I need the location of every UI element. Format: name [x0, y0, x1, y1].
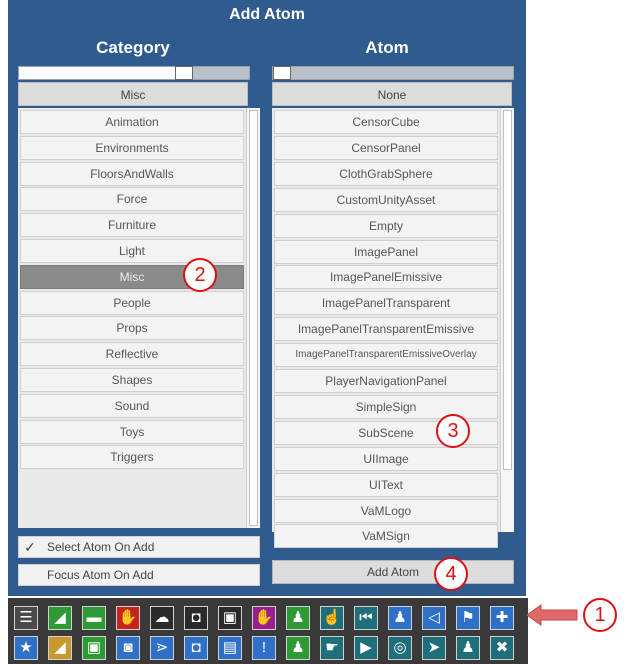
- atom-header: Atom: [365, 38, 409, 57]
- category-list: Animation Environments FloorsAndWalls Force…: [18, 108, 260, 528]
- category-scrollbar-thumb[interactable]: [249, 110, 258, 526]
- cursor-icon[interactable]: ➤: [422, 636, 446, 660]
- category-item[interactable]: Toys: [20, 419, 244, 444]
- share-icon[interactable]: ⋗: [150, 636, 174, 660]
- atom-item[interactable]: PlayerNavigationPanel: [274, 369, 498, 393]
- people-icon[interactable]: ♟: [456, 636, 480, 660]
- send-icon[interactable]: ◁: [422, 606, 446, 630]
- category-item[interactable]: Triggers: [20, 445, 244, 470]
- atom-item[interactable]: Empty: [274, 213, 498, 238]
- category-slider-fill: [19, 67, 175, 79]
- atom-scrollbar-thumb[interactable]: [503, 110, 512, 470]
- category-item[interactable]: Reflective: [20, 342, 244, 367]
- select-atom-on-add-toggle[interactable]: ✓ Select Atom On Add: [18, 536, 260, 558]
- person-icon[interactable]: ♟: [388, 606, 412, 630]
- panel-title: Add Atom: [229, 6, 305, 23]
- atom-item[interactable]: UIText: [274, 472, 498, 497]
- category-scrollbar[interactable]: [246, 108, 260, 528]
- callout-3: 3: [436, 414, 470, 448]
- category-item[interactable]: Animation: [20, 110, 244, 134]
- category-item[interactable]: Sound: [20, 393, 244, 418]
- image-icon[interactable]: ▣: [218, 606, 242, 630]
- atom-scrollbar[interactable]: [500, 108, 514, 532]
- category-dropdown[interactable]: Misc: [18, 82, 248, 106]
- add-icon[interactable]: ✚: [490, 606, 514, 630]
- callout-2: 2: [183, 258, 217, 292]
- box-icon[interactable]: ◘: [184, 606, 208, 630]
- flag-icon[interactable]: ⚑: [456, 606, 480, 630]
- category-slider-handle[interactable]: [175, 66, 193, 80]
- atom-item[interactable]: ImagePanelTransparentEmissiveOverlay: [274, 343, 498, 368]
- atom-item[interactable]: VaMSign: [274, 524, 498, 549]
- atom-item[interactable]: CensorCube: [274, 110, 498, 134]
- atom-item[interactable]: ImagePanelEmissive: [274, 265, 498, 290]
- target-icon[interactable]: ◎: [388, 636, 412, 660]
- atom-item[interactable]: ImagePanel: [274, 239, 498, 264]
- category-item[interactable]: FloorsAndWalls: [20, 161, 244, 186]
- atom-item[interactable]: SimpleSign: [274, 394, 498, 419]
- select-atom-on-add-label: Select Atom On Add: [47, 540, 155, 554]
- menu-icon[interactable]: ☰: [14, 606, 38, 630]
- hand-red-icon[interactable]: ✋: [116, 606, 140, 630]
- atom-item[interactable]: VaMLogo: [274, 498, 498, 523]
- callout-1: 1: [583, 598, 617, 632]
- add-atom-panel: Add Atom Category Atom Misc None Animati…: [8, 0, 526, 596]
- document-icon[interactable]: ▤: [218, 636, 242, 660]
- bottom-toolbar: ☰ ◢ ▬ ✋ ☁ ◘ ▣ ✋ ♟ ☝ ⏮ ♟ ◁ ⚑ ✚ ★ ◢ ▣ ◙ ⋗ ◘ ▤! ♟ ☛ ▶ ◎ ➤ ♟ ✖: [8, 598, 528, 664]
- pointer-hand-icon[interactable]: ☝: [320, 606, 344, 630]
- person-add-icon[interactable]: ♟: [286, 606, 310, 630]
- edit-mode-icon[interactable]: ◢: [48, 606, 72, 630]
- skip-back-icon[interactable]: ⏮: [354, 606, 378, 630]
- folder-settings-icon[interactable]: ▣: [82, 636, 106, 660]
- atom-list: CensorCube CensorPanel ClothGrabSphere Cust…: [272, 108, 514, 549]
- tools-icon[interactable]: ✖: [490, 636, 514, 660]
- category-item[interactable]: People: [20, 290, 244, 315]
- callout-arrow-icon: [526, 604, 578, 626]
- camera-icon[interactable]: ◙: [116, 636, 140, 660]
- star-icon[interactable]: ★: [14, 636, 38, 660]
- hand-purple-icon[interactable]: ✋: [252, 606, 276, 630]
- atom-slider-handle[interactable]: [273, 66, 291, 80]
- focus-atom-on-add-toggle[interactable]: Focus Atom On Add: [18, 564, 260, 586]
- atom-item[interactable]: ImagePanelTransparent: [274, 291, 498, 316]
- add-atom-button[interactable]: Add Atom: [272, 560, 514, 584]
- category-header: Category: [96, 38, 170, 57]
- atom-item[interactable]: CustomUnityAsset: [274, 187, 498, 212]
- callout-4: 4: [434, 557, 468, 591]
- edit-alt-icon[interactable]: ◢: [48, 636, 72, 660]
- atom-item[interactable]: UIImage: [274, 446, 498, 471]
- category-item[interactable]: Props: [20, 316, 244, 341]
- atom-dropdown[interactable]: None: [272, 82, 512, 106]
- person-settings-icon[interactable]: ♟: [286, 636, 310, 660]
- checkmark-icon: ✓: [24, 539, 36, 555]
- focus-atom-on-add-label: Focus Atom On Add: [47, 568, 154, 582]
- atom-item[interactable]: CensorPanel: [274, 135, 498, 160]
- atom-item[interactable]: ImagePanelTransparentEmissive: [274, 317, 498, 342]
- grab-icon[interactable]: ☛: [320, 636, 344, 660]
- category-slider[interactable]: [18, 66, 250, 80]
- category-item[interactable]: Shapes: [20, 368, 244, 392]
- category-item[interactable]: Environments: [20, 135, 244, 160]
- alert-icon[interactable]: !: [252, 636, 276, 660]
- category-item[interactable]: Furniture: [20, 213, 244, 238]
- cloud-icon[interactable]: ☁: [150, 606, 174, 630]
- category-item[interactable]: Light: [20, 239, 244, 263]
- category-item[interactable]: Force: [20, 187, 244, 212]
- atom-slider[interactable]: [272, 66, 514, 80]
- package-icon[interactable]: ◘: [184, 636, 208, 660]
- folder-icon[interactable]: ▬: [82, 606, 106, 630]
- atom-item[interactable]: ClothGrabSphere: [274, 161, 498, 186]
- checkbox-icon: [19, 565, 41, 585]
- play-icon[interactable]: ▶: [354, 636, 378, 660]
